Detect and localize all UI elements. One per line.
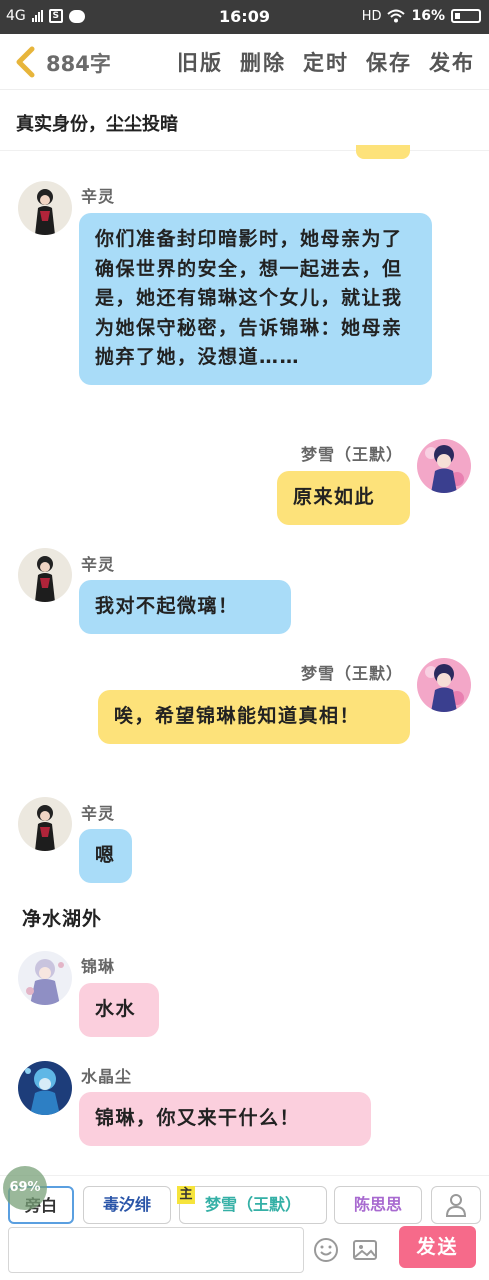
chapter-title-bar[interactable]: 真实身份，尘尘投暗 — [0, 91, 489, 151]
message-bubble[interactable]: 你们准备封印暗影时，她母亲为了确保世界的安全，想一起进去，但是，她还有锦琳这个女… — [79, 213, 432, 385]
add-role-button[interactable] — [431, 1186, 481, 1224]
chapter-title: 真实身份，尘尘投暗 — [16, 114, 178, 135]
speaker-name: 辛灵 — [81, 187, 116, 206]
speaker-name: 辛灵 — [81, 804, 116, 823]
hd-label: HD — [361, 8, 382, 24]
avatar[interactable] — [417, 658, 471, 712]
back-chevron-icon[interactable] — [12, 46, 42, 78]
status-bar: 4G S 16:09 HD 16% — [0, 0, 489, 34]
schedule-button[interactable]: 定时 — [303, 47, 349, 77]
speaker-name: 梦雪（王默） — [300, 664, 403, 683]
message-bubble[interactable]: 嗯 — [79, 829, 132, 883]
speaker-name: 水晶尘 — [81, 1067, 133, 1086]
emoji-icon[interactable] — [313, 1237, 339, 1263]
delete-button[interactable]: 删除 — [240, 47, 286, 77]
publish-button[interactable]: 发布 — [429, 47, 475, 77]
main-role-tag: 主 — [177, 1186, 195, 1204]
battery-icon — [451, 9, 481, 23]
word-count: 884字 — [46, 52, 111, 76]
message-bubble[interactable]: 唉，希望锦琳能知道真相！ — [98, 690, 410, 744]
save-button[interactable]: 保存 — [366, 47, 412, 77]
speaker-name: 辛灵 — [81, 555, 116, 574]
avatar[interactable] — [18, 1061, 72, 1115]
wifi-icon — [387, 9, 406, 23]
message-input[interactable] — [8, 1227, 304, 1273]
battery-percent: 16% — [411, 8, 445, 24]
avatar[interactable] — [417, 439, 471, 493]
floating-percent-badge[interactable]: 69% — [3, 1166, 47, 1210]
person-icon — [445, 1194, 467, 1217]
partial-message-bubble — [356, 145, 410, 159]
narration-text[interactable]: 净水湖外 — [22, 904, 102, 931]
send-button[interactable]: 发送 — [399, 1226, 476, 1268]
role-du-button[interactable]: 毒汐绯 — [83, 1186, 171, 1224]
role-chen-button[interactable]: 陈思思 — [334, 1186, 422, 1224]
speaker-name: 锦琳 — [81, 957, 116, 976]
message-bubble[interactable]: 我对不起微璃！ — [79, 580, 291, 634]
speaker-name: 梦雪（王默） — [300, 445, 403, 464]
role-selector-bar: 旁白 毒汐绯 梦雪（王默） 陈思思 — [0, 1175, 489, 1225]
avatar[interactable] — [18, 797, 72, 851]
old-version-button[interactable]: 旧版 — [177, 47, 223, 77]
avatar[interactable] — [18, 548, 72, 602]
message-bubble[interactable]: 锦琳，你又来干什么！ — [79, 1092, 371, 1146]
avatar[interactable] — [18, 181, 72, 235]
role-meng-button[interactable]: 梦雪（王默） — [179, 1186, 327, 1224]
avatar[interactable] — [18, 951, 72, 1005]
message-bubble[interactable]: 水水 — [79, 983, 159, 1037]
input-bar: 发送 — [0, 1225, 489, 1280]
editor-top-bar: 884字 旧版 删除 定时 保存 发布 — [0, 34, 489, 90]
image-icon[interactable] — [352, 1237, 378, 1263]
message-bubble[interactable]: 原来如此 — [277, 471, 410, 525]
